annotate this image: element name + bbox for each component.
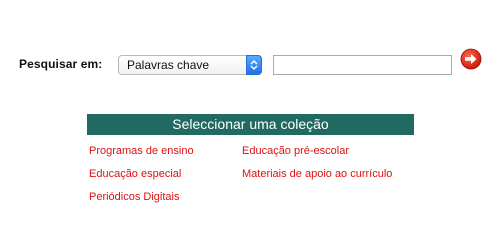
- search-in-label: Pesquisar em:: [19, 57, 103, 71]
- collection-link-materiais-de-apoio[interactable]: Materiais de apoio ao currículo: [242, 168, 392, 180]
- collection-link-educacao-pre-escolar[interactable]: Educação pré-escolar: [242, 145, 349, 157]
- up-down-chevron-icon[interactable]: [246, 55, 262, 75]
- search-go-button[interactable]: [460, 48, 482, 70]
- select-current-value: Palavras chave: [127, 58, 210, 72]
- search-input[interactable]: [273, 55, 452, 75]
- collection-link-programas-de-ensino[interactable]: Programas de ensino: [89, 145, 194, 157]
- collection-link-educacao-especial[interactable]: Educação especial: [89, 168, 181, 180]
- collection-link-periodicos-digitais[interactable]: Periódicos Digitais: [89, 191, 179, 203]
- search-field-select[interactable]: Palavras chave: [118, 55, 262, 75]
- red-circle-right-arrow-icon: [460, 48, 482, 70]
- select-collection-header: Seleccionar uma coleção: [87, 114, 414, 135]
